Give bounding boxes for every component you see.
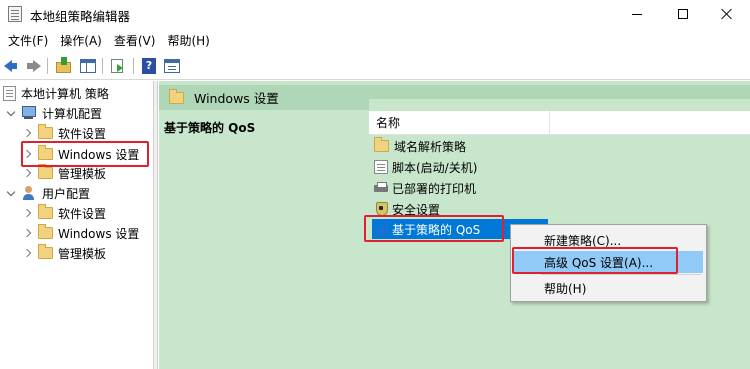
- chevron-right-icon[interactable]: [22, 247, 34, 259]
- menu-help[interactable]: 帮助(H): [162, 32, 214, 49]
- list-item-label: 脚本(启动/关机): [392, 160, 478, 175]
- chevron-right-icon[interactable]: [22, 167, 34, 179]
- tree-item-label: 管理模板: [58, 166, 107, 181]
- tree-item-label: 用户配置: [42, 186, 91, 201]
- window-title: 本地组策略编辑器: [30, 9, 131, 24]
- title-bar: 本地组策略编辑器: [0, 0, 750, 28]
- back-arrow-icon: [4, 60, 17, 72]
- chevron-right-icon[interactable]: [22, 127, 34, 139]
- minimize-button[interactable]: [614, 0, 660, 28]
- tree-item-label: 软件设置: [58, 206, 107, 221]
- pane-splitter[interactable]: [154, 81, 158, 369]
- folder-icon: [38, 124, 53, 139]
- highlight-box-windows-settings: [21, 141, 149, 167]
- highlight-box-policy-qos: [364, 215, 504, 242]
- tree-item-user-windows-settings[interactable]: Windows 设置: [22, 223, 139, 243]
- menu-view[interactable]: 查看(V): [109, 32, 161, 49]
- context-menu-help[interactable]: 帮助(H): [514, 277, 703, 299]
- toolbar-separator: [133, 58, 134, 74]
- chevron-down-icon[interactable]: [5, 107, 17, 119]
- menu-action[interactable]: 操作(A): [55, 32, 107, 49]
- folder-icon: [38, 244, 53, 259]
- properties-icon: [164, 59, 180, 73]
- column-header-label: 名称: [376, 116, 401, 130]
- up-one-level-button[interactable]: [55, 57, 73, 75]
- tree-item-label: 本地计算机 策略: [21, 86, 109, 101]
- tree-item-label: 计算机配置: [42, 106, 103, 121]
- folder-icon: [38, 224, 53, 239]
- folder-icon: [38, 164, 53, 179]
- properties-button[interactable]: [163, 57, 181, 75]
- menu-item-label: 新建策略(C)...: [544, 233, 622, 248]
- toolbar-separator: [102, 58, 103, 74]
- folder-icon: [38, 204, 53, 219]
- toolbar: ?: [0, 52, 750, 80]
- export-list-icon: [111, 59, 123, 73]
- policy-document-icon: [3, 85, 16, 101]
- maximize-icon: [678, 9, 688, 19]
- tree-item-label: Windows 设置: [58, 226, 140, 241]
- close-button[interactable]: [704, 0, 750, 28]
- printer-icon: [374, 181, 388, 195]
- menu-item-label: 帮助(H): [544, 281, 587, 296]
- menu-file[interactable]: 文件(F): [3, 32, 53, 49]
- tree-item-computer-config[interactable]: 计算机配置: [5, 103, 102, 123]
- list-item-dns-policy[interactable]: 域名解析策略: [374, 136, 466, 156]
- list-header: 名称: [369, 110, 750, 135]
- tree-item-user-admin-templates[interactable]: 管理模板: [22, 243, 106, 263]
- folder-icon: [374, 137, 389, 152]
- user-icon: [21, 185, 37, 201]
- script-document-icon: [374, 160, 388, 174]
- chevron-right-icon[interactable]: [22, 207, 34, 219]
- security-lock-icon: [374, 202, 388, 216]
- close-icon: [721, 8, 733, 20]
- tree-item-user-software-settings[interactable]: 软件设置: [22, 203, 106, 223]
- back-button[interactable]: [3, 57, 21, 75]
- column-header-name[interactable]: 名称: [369, 110, 550, 135]
- export-list-button[interactable]: [109, 57, 127, 75]
- maximize-button[interactable]: [660, 0, 706, 28]
- forward-button[interactable]: [24, 57, 42, 75]
- highlight-box-advanced-qos: [512, 247, 678, 274]
- details-header-title: Windows 设置: [194, 91, 279, 106]
- help-button[interactable]: ?: [140, 57, 158, 75]
- policy-editor-app-icon: [8, 6, 22, 22]
- forward-arrow-icon: [27, 60, 41, 72]
- tree-item-software-settings[interactable]: 软件设置: [22, 123, 106, 143]
- list-item-label: 已部署的打印机: [392, 181, 477, 196]
- list-item-scripts[interactable]: 脚本(启动/关机): [374, 157, 477, 177]
- description-title: 基于策略的 QoS: [164, 121, 256, 135]
- menu-separator: [541, 274, 701, 275]
- chevron-right-icon[interactable]: [22, 227, 34, 239]
- tree-item-label: 管理模板: [58, 246, 107, 261]
- tree-item-local-policy[interactable]: 本地计算机 策略: [3, 83, 109, 103]
- chevron-down-icon[interactable]: [5, 187, 17, 199]
- tree-item-label: 软件设置: [58, 126, 107, 141]
- minimize-icon: [632, 13, 642, 15]
- show-hide-tree-icon: [80, 59, 96, 73]
- computer-icon: [21, 106, 37, 120]
- up-folder-icon: [56, 57, 71, 73]
- folder-icon: [169, 88, 184, 104]
- console-tree: 本地计算机 策略 计算机配置 软件设置 Windows 设置 管理模板 用户配置…: [0, 81, 154, 369]
- list-item-label: 域名解析策略: [394, 139, 467, 154]
- toolbar-separator: [47, 58, 48, 74]
- tree-item-user-config[interactable]: 用户配置: [5, 183, 90, 203]
- show-hide-tree-button[interactable]: [79, 57, 97, 75]
- menu-bar: 文件(F) 操作(A) 查看(V) 帮助(H): [0, 28, 750, 52]
- list-item-deployed-printers[interactable]: 已部署的打印机: [374, 178, 476, 198]
- help-icon: ?: [142, 58, 156, 74]
